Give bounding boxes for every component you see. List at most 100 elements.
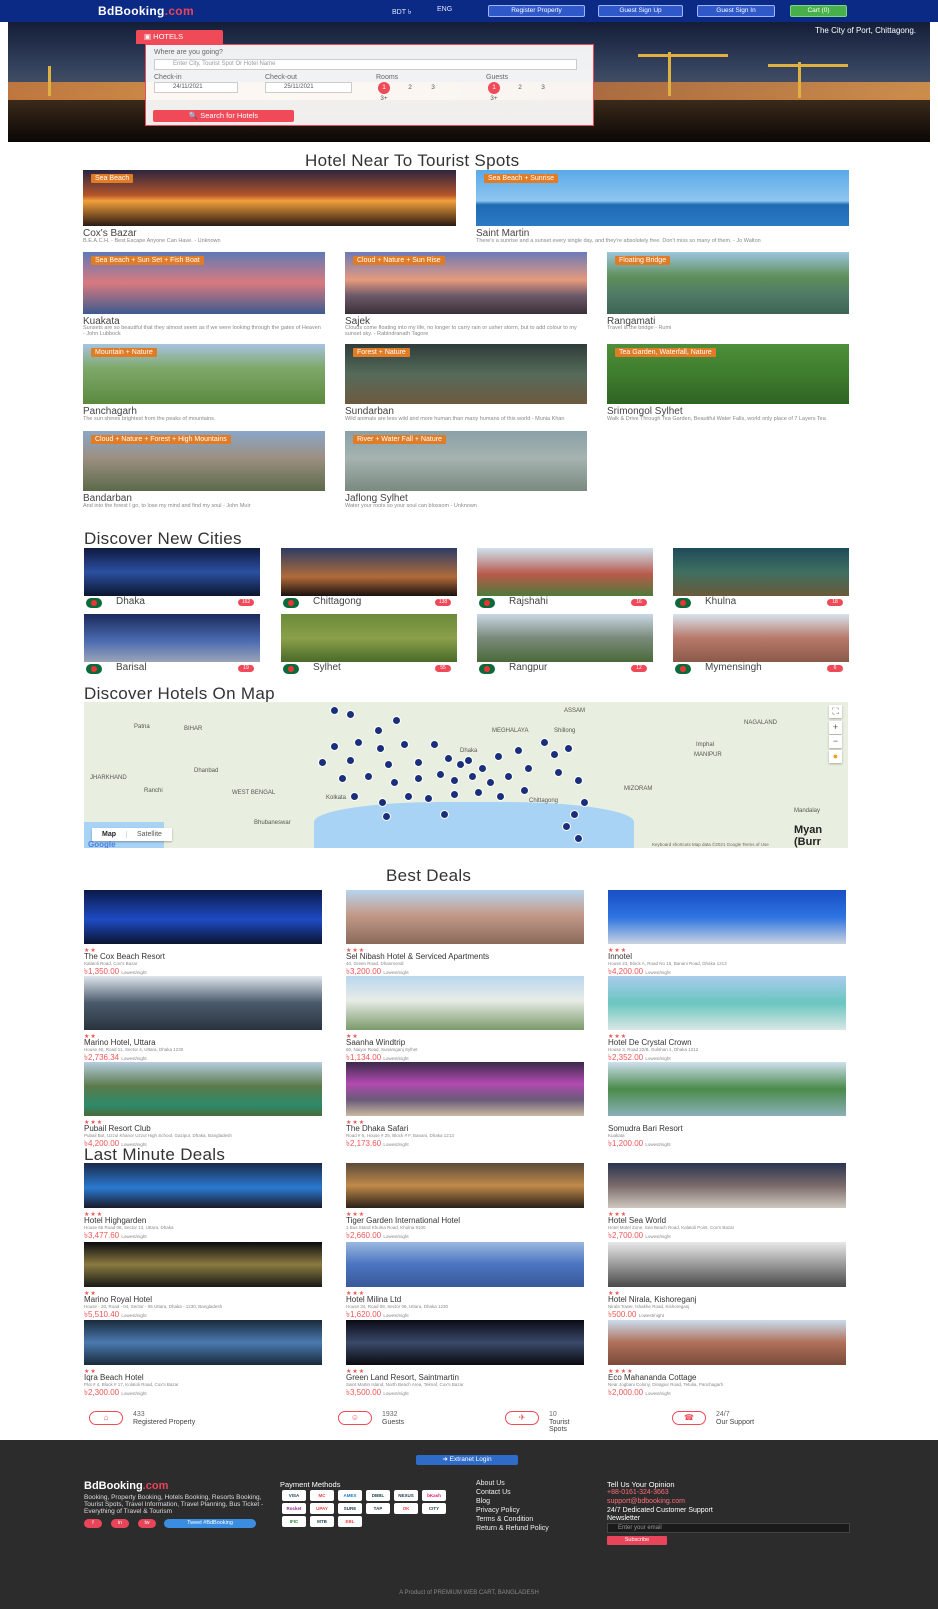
hotel-map-pin[interactable] [464, 756, 473, 765]
subscribe-button[interactable]: Subscribe [607, 1536, 667, 1545]
hotel-map-pin[interactable] [376, 744, 385, 753]
hotel-map-pin[interactable] [346, 756, 355, 765]
hotel-map-pin[interactable] [354, 738, 363, 747]
map-label: Imphal [696, 742, 715, 748]
spot-tag: Mountain + Nature [91, 348, 157, 357]
footer-link-terms[interactable]: Terms & Condition [476, 1516, 533, 1523]
hotel-map-pin[interactable] [550, 750, 559, 759]
newsletter-email-input[interactable]: Enter your email [607, 1523, 850, 1533]
hotel-map-pin[interactable] [414, 758, 423, 767]
hotel-map-pin[interactable] [364, 772, 373, 781]
brand-logo[interactable]: BdBooking.com [98, 4, 194, 18]
linkedin-icon[interactable]: in [111, 1519, 129, 1528]
guests-option[interactable]: 3 [537, 82, 549, 94]
rooms-option[interactable]: 2 [404, 82, 416, 94]
map-type-map-button[interactable]: Map [92, 831, 126, 838]
guests-option[interactable]: 2 [514, 82, 526, 94]
map-label: WEST BENGAL [232, 790, 276, 796]
footer-link-blog[interactable]: Blog [476, 1498, 490, 1505]
hotel-map-pin[interactable] [436, 770, 445, 779]
zoom-out-button[interactable]: − [829, 735, 842, 748]
hotel-map-pin[interactable] [540, 738, 549, 747]
hotel-map-pin[interactable] [494, 752, 503, 761]
hotel-map-pin[interactable] [350, 792, 359, 801]
footer-link-about[interactable]: About Us [476, 1480, 505, 1487]
hotel-map-pin[interactable] [554, 768, 563, 777]
street-view-icon[interactable]: ● [829, 750, 842, 763]
cart-button[interactable]: Cart (0) [790, 5, 847, 17]
hotel-map-pin[interactable] [468, 772, 477, 781]
hotel-map-pin[interactable] [574, 834, 583, 843]
hotel-map-pin[interactable] [400, 740, 409, 749]
register-property-button[interactable]: Register Property [488, 5, 585, 17]
guest-signin-button[interactable]: Guest Sign In [697, 5, 775, 17]
bd-flag-icon [479, 664, 495, 674]
hotel-map-pin[interactable] [474, 788, 483, 797]
hotel-map-pin[interactable] [378, 798, 387, 807]
hotel-map-pin[interactable] [384, 760, 393, 769]
hotel-map-pin[interactable] [318, 758, 327, 767]
hotel-map-pin[interactable] [346, 710, 355, 719]
hotel-map-pin[interactable] [486, 778, 495, 787]
zoom-in-button[interactable]: + [829, 721, 842, 734]
hotel-map-pin[interactable] [478, 764, 487, 773]
search-hotels-button[interactable]: 🔍 Search for Hotels [153, 110, 294, 122]
hotel-map-pin[interactable] [330, 742, 339, 751]
currency-select[interactable]: BDT ৳ [392, 6, 411, 18]
hotel-map-pin[interactable] [496, 792, 505, 801]
hotel-map-pin[interactable] [404, 792, 413, 801]
tab-hotels[interactable]: ▣ HOTELS [136, 30, 223, 44]
hotel-map-pin[interactable] [580, 798, 589, 807]
support-email[interactable]: support@bdbooking.com [607, 1498, 685, 1505]
hotel-map-pin[interactable] [520, 786, 529, 795]
hotel-map-pin[interactable] [514, 746, 523, 755]
facebook-icon[interactable]: f [84, 1519, 102, 1528]
checkin-input[interactable]: 24/11/2021 [154, 82, 238, 93]
hotel-map-pin[interactable] [440, 810, 449, 819]
map-label: Bhubaneswar [254, 820, 291, 826]
hotel-map-pin[interactable] [390, 778, 399, 787]
spot-tag: Sea Beach + Sun Set + Fish Boat [91, 256, 204, 265]
extranet-login-button[interactable]: ➜ Extranet Login [416, 1455, 518, 1465]
hotels-map[interactable]: Patna BIHAR JHARKHAND WEST BENGAL Kolkat… [84, 702, 848, 848]
footer-link-privacy[interactable]: Privacy Policy [476, 1507, 520, 1514]
hotel-map-pin[interactable] [570, 810, 579, 819]
rooms-option[interactable]: 3 [427, 82, 439, 94]
hotel-image [346, 976, 584, 1030]
tweet-button[interactable]: Tweet #BdBooking [164, 1519, 256, 1528]
footer-link-contact[interactable]: Contact Us [476, 1489, 511, 1496]
checkout-input[interactable]: 25/11/2021 [265, 82, 352, 93]
city-image [673, 614, 849, 662]
map-attribution[interactable]: Keyboard shortcuts Map data ©2021 Google… [652, 842, 769, 847]
hotel-map-pin[interactable] [504, 772, 513, 781]
hotel-image [608, 1163, 846, 1208]
hotel-map-pin[interactable] [424, 794, 433, 803]
hotel-map-pin[interactable] [338, 774, 347, 783]
hotel-map-pin[interactable] [444, 754, 453, 763]
guests-option-more[interactable]: 3+ [488, 93, 500, 105]
hotel-map-pin[interactable] [564, 744, 573, 753]
footer-link-refund[interactable]: Return & Refund Policy [476, 1525, 549, 1532]
hotel-map-pin[interactable] [392, 716, 401, 725]
payment-logo: IFIC [282, 1516, 306, 1527]
map-label: Myan (Burr [794, 824, 823, 848]
map-type-satellite-button[interactable]: Satellite [126, 831, 172, 838]
hotel-map-pin[interactable] [430, 740, 439, 749]
guest-signup-button[interactable]: Guest Sign Up [598, 5, 683, 17]
payment-logo: bKash [422, 1490, 446, 1501]
hotel-map-pin[interactable] [450, 790, 459, 799]
fullscreen-icon[interactable]: ⛶ [829, 705, 842, 718]
twitter-icon[interactable]: tw [138, 1519, 156, 1528]
language-select[interactable]: ENG [437, 6, 452, 13]
hotel-map-pin[interactable] [562, 822, 571, 831]
hotel-map-pin[interactable] [382, 812, 391, 821]
hotel-map-pin[interactable] [450, 776, 459, 785]
rooms-option-more[interactable]: 3+ [378, 93, 390, 105]
destination-input[interactable]: Enter City, Tourist Spot Or Hotel Name [154, 59, 577, 70]
hotel-map-pin[interactable] [524, 764, 533, 773]
hotel-map-pin[interactable] [330, 706, 339, 715]
hotel-map-pin[interactable] [574, 776, 583, 785]
support-phone[interactable]: +88-0161-324-3663 [607, 1489, 669, 1496]
hotel-map-pin[interactable] [374, 726, 383, 735]
hotel-map-pin[interactable] [414, 774, 423, 783]
